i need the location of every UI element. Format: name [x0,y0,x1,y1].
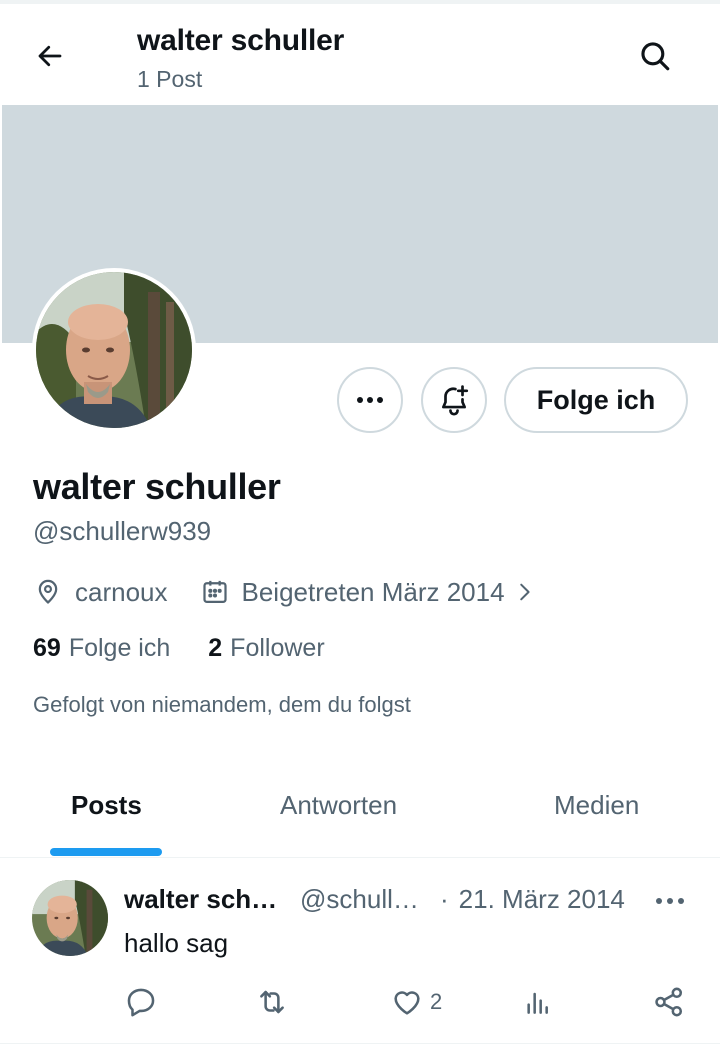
views-chart-icon [527,992,548,1014]
search-icon [641,42,670,71]
tab-media[interactable]: Medien [554,790,639,821]
post-author-handle[interactable]: @schullerw939 [300,884,428,915]
follow-stats: 69 Folge ich 2 Follower [33,634,363,663]
following-count: 69 [33,634,61,662]
post-count: 1 Post [137,66,203,92]
post-actions: 2 [0,982,720,1022]
joined-link[interactable]: Beigetreten März 2014 [242,577,505,608]
more-horizontal-icon [656,898,684,904]
following-stat[interactable]: 69 Folge ich [33,634,170,663]
post-header: walter schuller @schullerw939 · 21. März… [124,884,684,915]
notifications-button[interactable] [421,367,487,433]
search-button[interactable] [633,34,677,78]
followers-stat[interactable]: 2 Follower [208,634,324,663]
like-button[interactable]: 2 [390,982,442,1022]
post-item[interactable]: walter schuller @schullerw939 · 21. März… [0,858,720,1044]
arrow-left-icon [38,45,62,67]
profile-tabs: Posts Antworten Medien [0,770,720,858]
share-icon [655,987,683,1017]
like-count: 2 [430,989,443,1014]
profile-header: walter schuller 1 Post [0,4,720,104]
more-options-button[interactable] [337,367,403,433]
post-avatar[interactable] [32,880,108,956]
location-pin-icon [33,577,63,607]
header-title: walter schuller [137,24,345,57]
avatar-photo [36,272,192,428]
post-separator: · [440,884,449,914]
profile-meta: carnoux Beigetreten März 2014 [33,572,539,612]
repost-button[interactable] [254,982,290,1022]
profile-handle: @schullerw939 [33,516,212,546]
followers-label: Follower [230,634,325,662]
tab-replies[interactable]: Antworten [280,790,397,821]
following-label: Folge ich [68,634,171,662]
reply-icon [127,988,155,1017]
post-date[interactable]: 21. März 2014 [459,884,625,915]
chevron-right-icon[interactable] [509,577,539,607]
views-button[interactable] [522,982,554,1022]
post-text: hallo sag [124,928,229,958]
profile-avatar[interactable] [32,268,196,432]
calendar-icon [200,577,230,607]
following-button[interactable]: Folge ich [504,367,688,433]
post-more-button[interactable] [652,886,688,916]
back-button[interactable] [28,34,72,78]
tab-posts[interactable]: Posts [71,790,142,821]
bell-plus-icon [442,385,469,416]
active-tab-indicator [50,848,162,856]
share-button[interactable] [652,982,686,1022]
more-horizontal-icon [357,397,383,403]
repost-icon [260,990,284,1014]
reply-button[interactable] [124,982,158,1022]
profile-name: walter schuller [33,466,281,507]
post-author-name[interactable]: walter schuller [124,884,290,915]
followers-count: 2 [208,634,223,662]
location-text: carnoux [75,576,168,607]
heart-icon [394,991,420,1015]
followed-by-text: Gefolgt von niemandem, dem du folgst [33,692,411,717]
